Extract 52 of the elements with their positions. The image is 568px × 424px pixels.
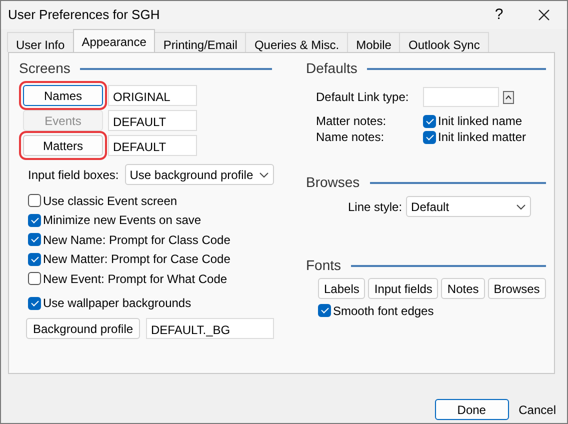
field-label: Input field boxes: xyxy=(28,166,119,184)
checkbox-label: Use wallpaper backgrounds xyxy=(43,295,192,312)
checkbox-label: Smooth font edges xyxy=(333,302,434,320)
tab[interactable]: Queries & Misc. xyxy=(245,32,348,52)
done-button[interactable]: Done xyxy=(434,399,509,420)
checkbox-label: New Name: Prompt for Class Code xyxy=(43,232,230,249)
notes-label: Matter notes: xyxy=(316,113,388,130)
tab[interactable]: Outlook Sync xyxy=(399,32,489,52)
checkbox-label: Use classic Event screen xyxy=(43,192,178,210)
section-heading: Fonts xyxy=(306,256,342,274)
screen-field[interactable]: DEFAULT xyxy=(108,135,197,156)
section-heading: Browses xyxy=(306,172,360,192)
checkbox[interactable] xyxy=(28,233,41,246)
checkbox-label: New Matter: Prompt for Case Code xyxy=(43,251,230,268)
profile-field[interactable]: DEFAULT._BG xyxy=(146,318,274,339)
select-field[interactable]: Default xyxy=(406,196,532,217)
screen-field[interactable]: DEFAULT xyxy=(108,110,197,131)
section-heading: Defaults xyxy=(306,58,358,78)
help-button[interactable]: ? xyxy=(477,4,521,26)
checkbox[interactable] xyxy=(28,296,41,310)
section-heading: Screens xyxy=(19,58,70,78)
checkbox[interactable] xyxy=(28,194,41,208)
select-field[interactable]: Use background profile xyxy=(124,164,274,185)
checkbox[interactable] xyxy=(28,252,41,266)
checkbox-label: Init linked matter xyxy=(438,129,526,146)
screen-field[interactable]: ORIGINAL xyxy=(108,85,197,106)
checkbox[interactable] xyxy=(28,272,41,286)
tab[interactable]: User Info xyxy=(7,32,74,52)
font-button[interactable]: Input fields xyxy=(368,278,438,299)
close-icon[interactable] xyxy=(538,9,550,21)
window-title: User Preferences for SGH xyxy=(8,6,161,24)
tab[interactable]: Appearance xyxy=(72,29,156,52)
font-button[interactable]: Browses xyxy=(488,278,546,299)
link-type-field[interactable] xyxy=(423,87,499,107)
tab[interactable]: Printing/Email xyxy=(154,32,246,52)
profile-button[interactable]: Background profile xyxy=(26,318,140,339)
checkbox-label: New Event: Prompt for What Code xyxy=(43,270,228,288)
tab[interactable]: Mobile xyxy=(347,32,400,52)
checkbox[interactable] xyxy=(423,130,436,144)
font-button[interactable]: Labels xyxy=(318,278,366,299)
field-label: Line style: xyxy=(348,198,402,216)
checkbox-label: Init linked name xyxy=(438,113,522,130)
checkbox[interactable] xyxy=(318,304,331,318)
checkbox-label: Minimize new Events on save xyxy=(43,212,202,230)
font-button[interactable]: Notes xyxy=(441,278,485,299)
checkbox[interactable] xyxy=(28,214,41,227)
notes-label: Name notes: xyxy=(316,129,386,146)
dropdown-icon xyxy=(516,204,526,210)
cancel-link[interactable]: Cancel xyxy=(518,399,556,420)
dropdown-icon xyxy=(259,172,269,178)
checkbox[interactable] xyxy=(423,114,436,128)
field-label: Default Link type: xyxy=(316,89,410,106)
